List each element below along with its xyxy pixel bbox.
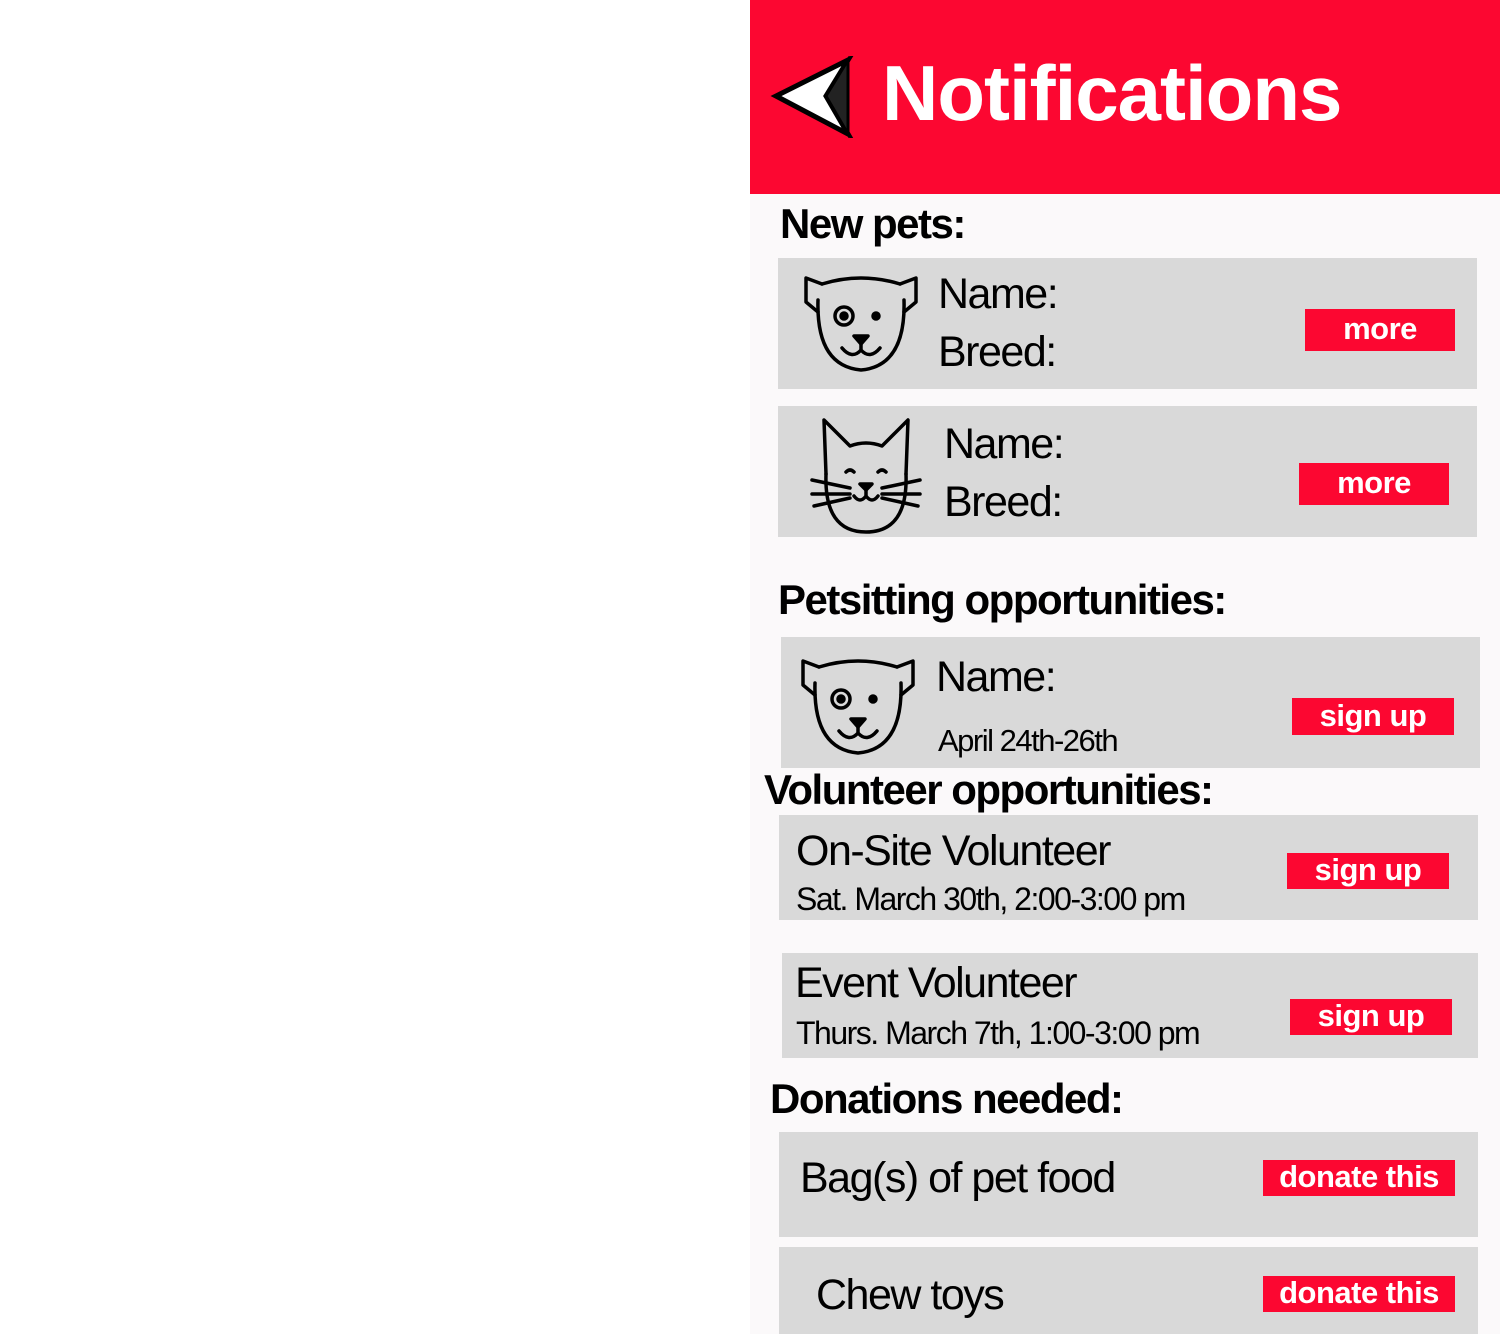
section-title-new-pets: New pets: [780,200,966,247]
more-button[interactable]: more [1305,309,1455,351]
dog-icon [804,276,918,372]
more-button[interactable]: more [1299,463,1449,505]
volunteer-title: On-Site Volunteer [796,827,1111,875]
donate-button[interactable]: donate this [1263,1160,1455,1196]
volunteer-title: Event Volunteer [795,959,1078,1007]
back-button[interactable] [770,53,855,141]
header-bar: Notifications [750,0,1500,194]
cat-icon [810,418,922,534]
pet-name-label: Name: [936,653,1057,701]
pet-name-label: Name: [938,270,1059,318]
section-title-donations: Donations needed: [770,1075,1124,1122]
donation-card: Bag(s) of pet food donate this [779,1132,1478,1237]
donation-item: Bag(s) of pet food [800,1154,1116,1202]
page-title: Notifications [882,49,1342,137]
donation-item: Chew toys [816,1271,1005,1319]
pet-breed-label: Breed: [944,478,1063,526]
donate-button[interactable]: donate this [1263,1276,1455,1312]
new-pet-card: Name: Breed: more [778,258,1477,389]
new-pet-card: Name: Breed: more [778,406,1477,537]
dog-icon [801,659,915,755]
sign-up-button[interactable]: sign up [1292,698,1454,735]
sign-up-button[interactable]: sign up [1287,853,1449,889]
pet-name-label: Name: [944,420,1065,468]
petsitting-dates: April 24th-26th [938,723,1119,758]
section-title-volunteer: Volunteer opportunities: [764,766,1214,813]
section-title-petsitting: Petsitting opportunities: [778,576,1227,623]
volunteer-card: Event Volunteer Thurs. March 7th, 1:00-3… [782,953,1478,1058]
volunteer-card: On-Site Volunteer Sat. March 30th, 2:00-… [779,815,1478,920]
notifications-screen: Notifications New pets: Name: Breed: mor… [750,0,1500,1334]
sign-up-button[interactable]: sign up [1290,999,1452,1035]
volunteer-time: Thurs. March 7th, 1:00-3:00 pm [796,1015,1201,1051]
volunteer-time: Sat. March 30th, 2:00-3:00 pm [796,881,1186,917]
back-arrow-icon [770,53,855,141]
pet-breed-label: Breed: [938,328,1057,376]
petsitting-card: Name: April 24th-26th sign up [781,637,1480,768]
donation-card: Chew toys donate this [779,1247,1478,1334]
